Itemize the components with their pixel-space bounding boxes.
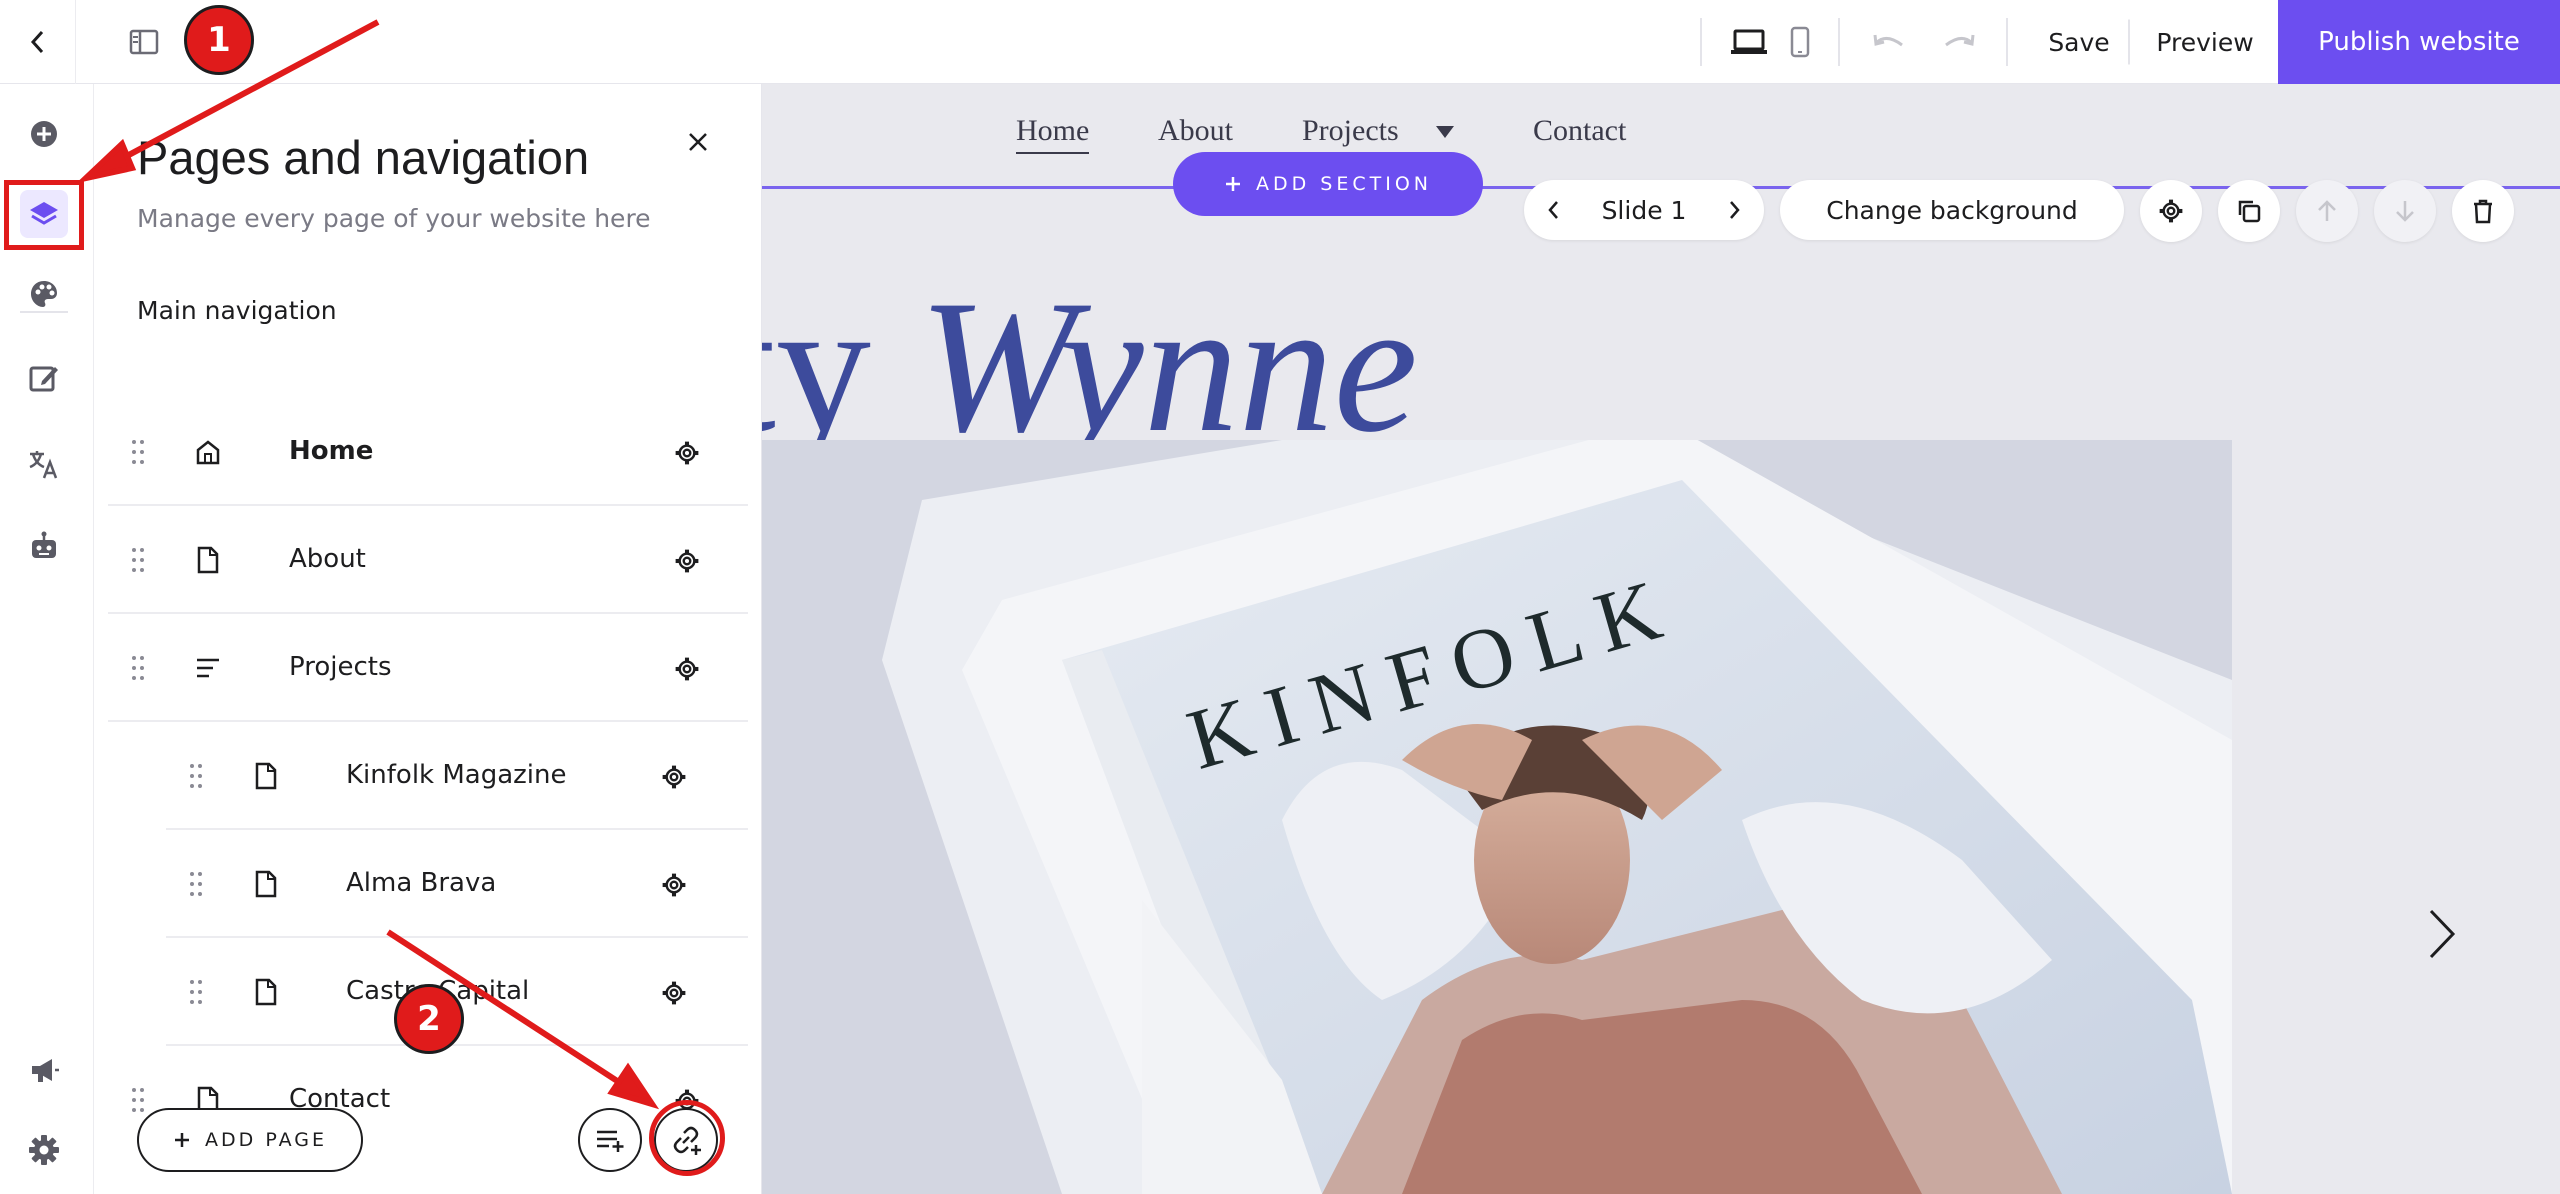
annotation-badge-2: 2 — [394, 984, 464, 1054]
annotation-badge-1: 1 — [184, 5, 254, 75]
annotation-arrows — [76, 19, 660, 1110]
